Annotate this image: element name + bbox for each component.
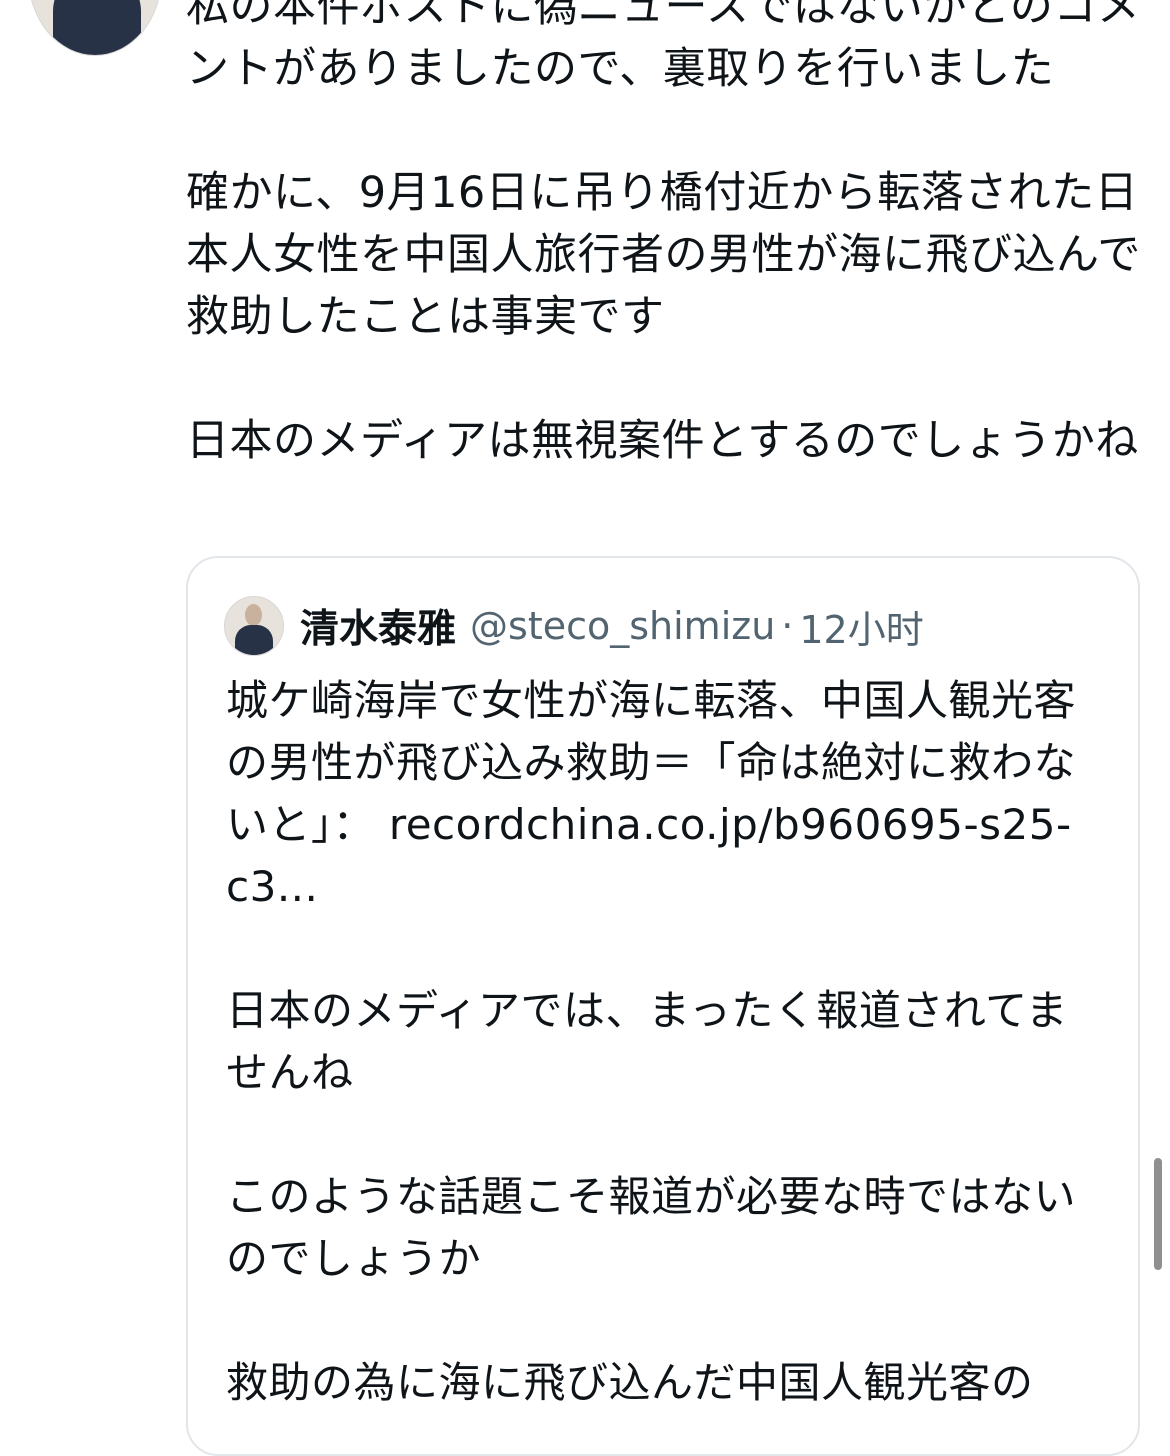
quoted-author-name[interactable]: 清水泰雅: [300, 598, 456, 654]
quoted-tweet-text: 城ケ崎海岸で女性が海に転落、中国人観光客の男性が飛び込み救助＝「命は絶対に救わな…: [226, 676, 1077, 1407]
quoted-tweet-card[interactable]: 清水泰雅 @steco_shimizu · 12小时 城ケ崎海岸で女性が海に転落…: [186, 556, 1140, 1456]
scrollbar-thumb[interactable]: [1154, 1158, 1162, 1270]
author-avatar[interactable]: [28, 0, 162, 56]
quoted-avatar-suit: [235, 625, 273, 655]
quoted-author-handle[interactable]: @steco_shimizu: [470, 604, 775, 648]
quoted-avatar-face: [245, 604, 262, 626]
quoted-tweet-header: 清水泰雅 @steco_shimizu · 12小时: [224, 594, 924, 658]
separator-dot: ·: [781, 604, 794, 648]
quoted-author-avatar[interactable]: [224, 596, 284, 656]
avatar-suit: [53, 0, 141, 55]
tweet-text: 私の本件ポストに偽ニュースではないかとのコメントがありましたので、裏取りを行いま…: [186, 0, 1141, 466]
quoted-tweet-time[interactable]: 12小时: [799, 599, 923, 654]
